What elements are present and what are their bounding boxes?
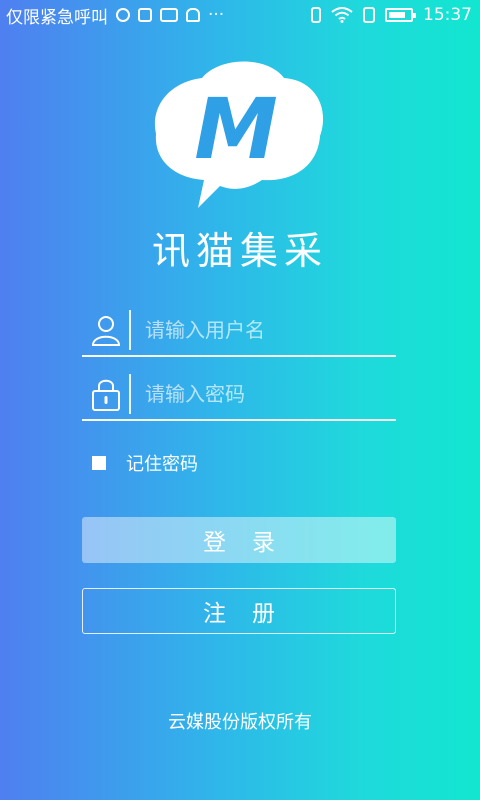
status-bar: 仅限紧急呼叫 ··· 15:37 [0, 0, 480, 30]
username-input[interactable] [131, 307, 396, 353]
user-icon [82, 308, 129, 352]
wifi-icon [331, 7, 353, 23]
remember-label: 记住密码 [126, 454, 198, 475]
carrier-text: 仅限紧急呼叫 [6, 7, 108, 28]
alarm-icon [138, 8, 152, 22]
password-input[interactable] [131, 371, 396, 417]
more-icon: ··· [208, 5, 225, 25]
username-field[interactable] [82, 305, 396, 357]
remember-checkbox[interactable] [92, 456, 106, 470]
lock-icon [82, 372, 129, 416]
app-logo: M [154, 61, 324, 208]
battery-icon [385, 8, 416, 22]
clock-time: 15:37 [423, 5, 472, 25]
register-button[interactable]: 注册 [82, 588, 396, 634]
copyright-text: 云媒股份版权所有 [168, 712, 312, 733]
logo-letter: M [194, 80, 278, 178]
remember-password[interactable]: 记住密码 [92, 450, 198, 476]
android-icon [186, 8, 200, 22]
app-title: 讯猫集采 [151, 229, 328, 273]
password-field[interactable] [82, 369, 396, 421]
vibrate-icon [311, 7, 321, 23]
login-button[interactable]: 登录 [82, 517, 396, 563]
keyboard-icon [160, 8, 178, 22]
sim-icon [116, 8, 130, 22]
sim-card-icon [363, 7, 375, 23]
